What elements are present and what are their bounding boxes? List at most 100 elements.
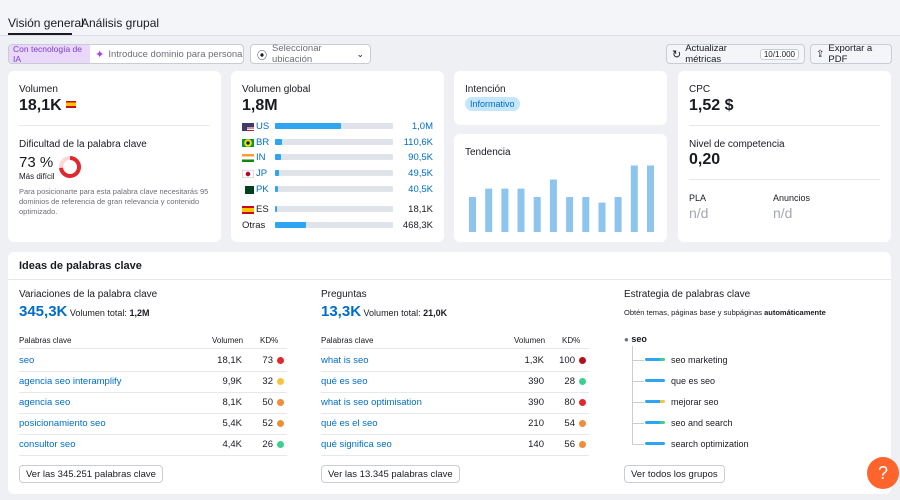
strategy-description-bold: automáticamente [764, 308, 826, 317]
keyword-link[interactable]: qué es seo [321, 376, 367, 387]
keyword-link[interactable]: agencia seo [19, 397, 70, 408]
cluster-strength-bar [645, 400, 665, 403]
keyword-link[interactable]: qué es el seo [321, 418, 378, 429]
tab-overview[interactable]: Visión general [8, 16, 84, 30]
cluster-strength-bar [645, 442, 665, 445]
others-volume-value: 468,3K [402, 220, 433, 231]
cluster-item[interactable]: que es seo [671, 376, 715, 386]
country-code[interactable]: ES [256, 204, 269, 215]
kd-indicator-icon [277, 441, 284, 448]
volume-number: 18,1K [19, 97, 62, 114]
location-select[interactable]: ⦿ Seleccionar ubicación ⌄ [250, 43, 371, 65]
keyword-link[interactable]: qué significa seo [321, 439, 392, 450]
country-volume-bar-fill [275, 185, 278, 192]
cluster-item[interactable]: seo and search [671, 418, 733, 428]
country-volume-bar-fill [275, 123, 342, 129]
country-volume-value[interactable]: 18,1K [408, 204, 433, 215]
kd-indicator-icon [579, 420, 586, 427]
cluster-item[interactable]: search optimization [671, 439, 749, 449]
view-all-questions-button[interactable]: Ver las 13.345 palabras clave [321, 465, 460, 483]
country-code[interactable]: IN [256, 152, 266, 163]
divider [19, 348, 287, 349]
variations-count[interactable]: 345,3K [19, 303, 67, 320]
kd-indicator-icon [277, 357, 284, 364]
questions-total-value: 21,0K [423, 308, 448, 318]
kd-indicator-icon [579, 357, 586, 364]
divider [689, 179, 880, 180]
ads-value: n/d [773, 205, 793, 221]
trend-bar [533, 197, 541, 232]
keyword-volume: 8,1K [222, 397, 242, 408]
country-code[interactable]: BR [256, 137, 269, 148]
update-metrics-button[interactable]: ↻ Actualizar métricas 10/1.000 [666, 43, 805, 65]
country-volume-value[interactable]: 110,6K [404, 137, 433, 148]
keyword-volume: 1,3K [524, 355, 544, 366]
questions-total-label: Volumen total: [363, 308, 421, 318]
refresh-icon: ↻ [672, 48, 682, 61]
help-button[interactable]: ? [867, 457, 899, 489]
view-all-variations-button[interactable]: Ver las 345.251 palabras clave [19, 465, 163, 483]
active-tab-indicator [8, 33, 72, 35]
location-select-label: Seleccionar ubicación [272, 43, 322, 65]
cluster-item[interactable]: seo marketing [671, 355, 728, 365]
column-header-kd: KD% [562, 336, 581, 345]
keyword-link[interactable]: seo [19, 355, 34, 366]
keyword-ideas-card: Ideas de palabras clave Variaciones de l… [8, 252, 891, 494]
kd-indicator-icon [277, 378, 284, 385]
difficulty-value: 73 % [19, 154, 54, 171]
divider [689, 125, 880, 126]
cluster-item[interactable]: mejorar seo [671, 397, 719, 407]
trend-bar [469, 197, 476, 232]
node-dot-icon: ● [624, 335, 629, 344]
tree-branch [632, 423, 644, 424]
keyword-link[interactable]: what is seo [321, 355, 369, 366]
kd-indicator-icon [579, 399, 586, 406]
country-code[interactable]: JP [256, 168, 267, 179]
divider [321, 348, 589, 349]
view-all-groups-button[interactable]: Ver todos los grupos [624, 465, 725, 483]
upload-icon: ⇪ [816, 48, 825, 60]
country-volume-bar [275, 138, 393, 145]
kd-indicator-icon [277, 399, 284, 406]
cpc-label: CPC [689, 84, 711, 95]
country-volume-value[interactable]: 40,5K [408, 184, 433, 195]
column-header-volume: Volumen [514, 336, 546, 345]
keyword-kd: 100 [559, 355, 575, 366]
ads-label: Anuncios [773, 193, 811, 203]
country-volume-bar [275, 185, 393, 192]
country-code[interactable]: US [256, 121, 269, 132]
strategy-root-label: seo [631, 334, 647, 344]
questions-summary: 13,3K Volumen total: 21,0K [321, 303, 447, 320]
country-volume-bar-fill [275, 138, 283, 145]
questions-label: Preguntas [321, 289, 367, 300]
trend-bar [485, 188, 493, 232]
keyword-kd: 26 [262, 439, 273, 450]
pk-flag-icon [242, 185, 254, 194]
trend-bar [582, 197, 590, 232]
column-header-volume: Volumen [212, 336, 244, 345]
questions-count[interactable]: 13,3K [321, 303, 361, 320]
divider [8, 279, 891, 280]
cluster-strength-bar [645, 379, 665, 382]
keyword-kd: 32 [262, 376, 273, 387]
keyword-kd: 50 [262, 397, 273, 408]
divider [19, 455, 287, 456]
keyword-link[interactable]: posicionamiento seo [19, 418, 106, 429]
country-volume-value[interactable]: 1,0M [412, 121, 433, 132]
keyword-link[interactable]: agencia seo interamplify [19, 376, 121, 387]
keyword-link[interactable]: consultor seo [19, 439, 76, 450]
volume-value: 18,1K [19, 97, 77, 115]
divider [321, 434, 589, 435]
column-header-keywords: Palabras clave [19, 336, 72, 345]
tab-group-analysis[interactable]: Análisis grupal [81, 16, 159, 30]
domain-input[interactable]: Introduce dominio para personali... [108, 49, 243, 60]
kd-indicator-icon [277, 420, 284, 427]
divider [19, 434, 287, 435]
country-code[interactable]: PK [256, 184, 269, 195]
divider [19, 371, 287, 372]
country-volume-value[interactable]: 90,5K [408, 152, 433, 163]
keyword-kd: 80 [564, 397, 575, 408]
keyword-link[interactable]: what is seo optimisation [321, 397, 422, 408]
country-volume-value[interactable]: 49,5K [408, 168, 433, 179]
export-pdf-button[interactable]: ⇪ Exportar a PDF [810, 43, 892, 65]
